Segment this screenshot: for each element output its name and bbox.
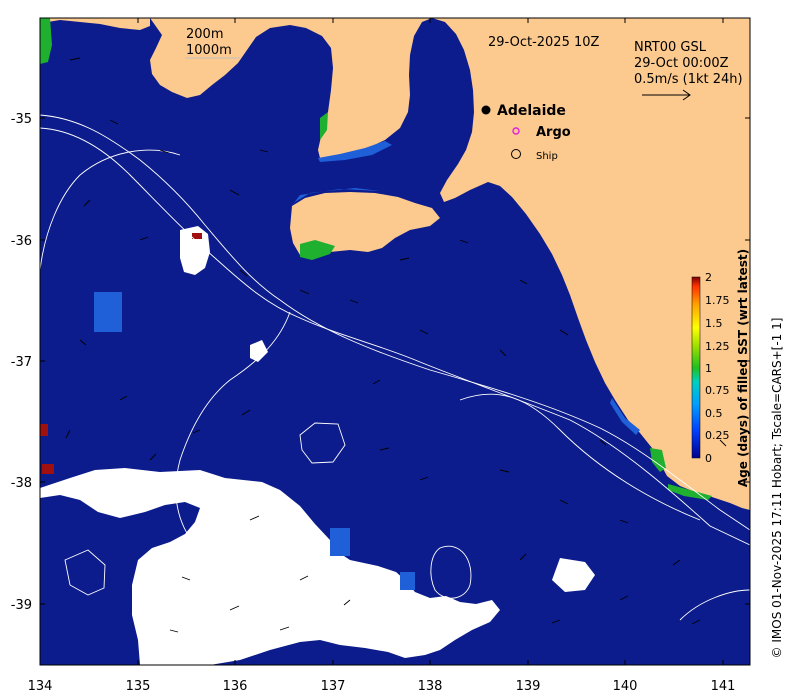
lon-tick-label: 136 bbox=[223, 679, 248, 694]
date-title: 29-Oct-2025 10Z bbox=[488, 35, 600, 50]
lon-tick-label: 138 bbox=[418, 679, 443, 694]
lat-tick-label: -35 bbox=[11, 112, 32, 127]
lon-tick-label: 141 bbox=[711, 679, 736, 694]
lat-tick-label: -38 bbox=[11, 476, 32, 491]
blue-patch-west bbox=[94, 292, 122, 332]
current-info-time: 29-Oct 00:00Z bbox=[634, 56, 729, 71]
colorbar-tick: 0.5 bbox=[705, 407, 723, 420]
colorbar-gradient bbox=[691, 276, 701, 459]
colorbar-tick: 1 bbox=[705, 362, 712, 375]
lat-tick-label: -36 bbox=[11, 234, 32, 249]
red-patch-1 bbox=[40, 424, 48, 436]
lat-tick-label: -39 bbox=[11, 598, 32, 613]
credit-text: © IMOS 01-Nov-2025 17:11 Hobart; Tscale=… bbox=[770, 318, 784, 659]
lat-tick-label: -37 bbox=[11, 355, 32, 370]
colorbar-tick: 0 bbox=[705, 452, 712, 465]
sst-map-figure: 200m 1000m 29-Oct-2025 10Z NRT00 GSL 29-… bbox=[11, 17, 784, 694]
colorbar-label: Age (days) of filled SST (wrt latest) bbox=[736, 249, 750, 487]
ship-label: Ship bbox=[536, 151, 558, 162]
contour-legend-200m: 200m bbox=[186, 27, 223, 42]
blue-patch-s bbox=[400, 572, 415, 590]
colorbar-tick: 2 bbox=[705, 271, 712, 284]
colorbar-tick: 0.25 bbox=[705, 429, 730, 442]
lon-tick-label: 139 bbox=[516, 679, 541, 694]
current-info-model: NRT00 GSL bbox=[634, 40, 707, 55]
colorbar-tick: 1.25 bbox=[705, 340, 730, 353]
red-patch-2 bbox=[42, 464, 54, 474]
colorbar-tick: 1.5 bbox=[705, 317, 723, 330]
lon-tick-label: 137 bbox=[321, 679, 346, 694]
lon-tick-label: 134 bbox=[28, 679, 53, 694]
argo-label: Argo bbox=[536, 125, 571, 140]
current-info-scale: 0.5m/s (1kt 24h) bbox=[634, 72, 743, 87]
lon-tick-label: 140 bbox=[613, 679, 638, 694]
contour-legend-1000m: 1000m bbox=[186, 43, 232, 58]
colorbar-tick: 1.75 bbox=[705, 294, 730, 307]
blue-patch-sw bbox=[330, 528, 350, 556]
lon-tick-label: 135 bbox=[126, 679, 151, 694]
adelaide-marker bbox=[481, 105, 491, 115]
adelaide-label: Adelaide bbox=[497, 103, 566, 119]
colorbar-tick: 0.75 bbox=[705, 384, 730, 397]
